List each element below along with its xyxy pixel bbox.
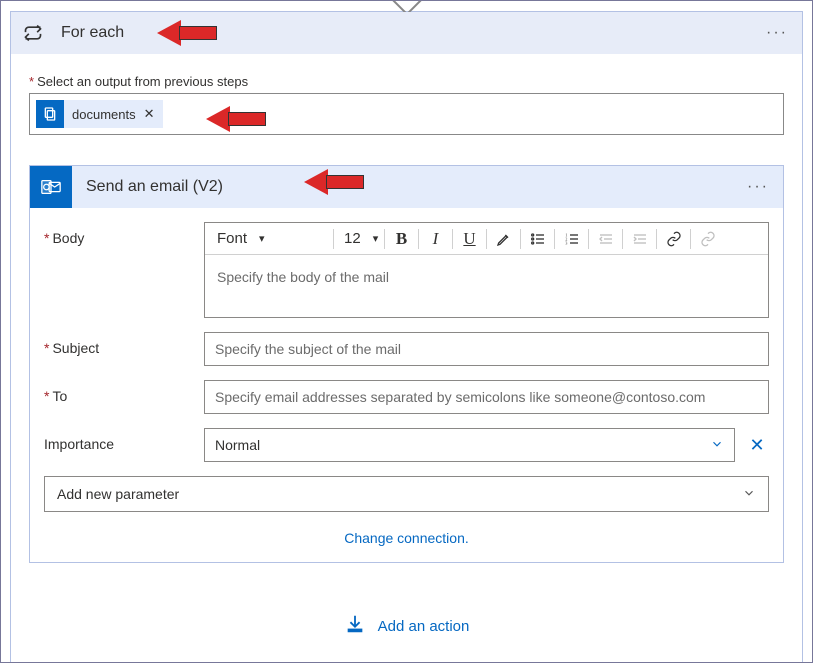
importance-value: Normal: [215, 437, 260, 453]
body-label: *Body: [44, 222, 204, 246]
importance-field-row: Importance Normal ✕: [44, 428, 769, 462]
add-action-button[interactable]: Add an action: [29, 613, 784, 639]
token-documents-remove[interactable]: ✕: [144, 106, 155, 122]
toolbar-separator: [384, 229, 385, 249]
body-field-row: *Body Font 12 B I: [44, 222, 769, 318]
outdent-button[interactable]: [593, 225, 618, 253]
body-textarea[interactable]: Specify the body of the mail: [205, 255, 768, 317]
subject-label: *Subject: [44, 332, 204, 356]
required-asterisk: *: [29, 74, 34, 89]
toolbar-separator: [486, 229, 487, 249]
italic-button[interactable]: I: [423, 225, 448, 253]
add-action-label: Add an action: [378, 618, 470, 635]
for-each-header[interactable]: For each ···: [11, 12, 802, 54]
select-output-label-text: Select an output from previous steps: [37, 74, 248, 89]
toolbar-separator: [520, 229, 521, 249]
toolbar-separator: [418, 229, 419, 249]
add-parameter-select[interactable]: Add new parameter: [44, 476, 769, 512]
send-email-header[interactable]: Send an email (V2) ···: [30, 166, 783, 208]
for-each-title: For each: [55, 24, 124, 42]
to-label: *To: [44, 380, 204, 404]
chevron-down-icon: [710, 437, 724, 454]
toolbar-separator: [622, 229, 623, 249]
body-rich-editor: Font 12 B I U: [204, 222, 769, 318]
send-email-card: Send an email (V2) ··· *Body Font 12: [29, 165, 784, 563]
font-select[interactable]: Font: [211, 225, 329, 253]
toolbar-separator: [690, 229, 691, 249]
toolbar-separator: [333, 229, 334, 249]
outlook-icon: [30, 166, 72, 208]
token-documents-label: documents: [72, 107, 136, 122]
send-email-body: *Body Font 12 B I: [30, 208, 783, 562]
for-each-card: For each ··· *Select an output from prev…: [10, 11, 803, 663]
toolbar-separator: [452, 229, 453, 249]
bullet-list-button[interactable]: [525, 225, 550, 253]
toolbar-separator: [554, 229, 555, 249]
send-email-menu-button[interactable]: ···: [747, 178, 769, 196]
importance-clear-button[interactable]: ✕: [745, 435, 769, 456]
svg-text:3: 3: [565, 240, 567, 245]
change-connection-link[interactable]: Change connection.: [44, 530, 769, 546]
importance-label: Importance: [44, 428, 204, 452]
underline-button[interactable]: U: [457, 225, 482, 253]
token-documents-icon: [36, 100, 64, 128]
select-output-label: *Select an output from previous steps: [29, 74, 784, 89]
number-list-button[interactable]: 123: [559, 225, 584, 253]
to-field-row: *To: [44, 380, 769, 414]
importance-select[interactable]: Normal: [204, 428, 735, 462]
rich-toolbar: Font 12 B I U: [205, 223, 768, 255]
to-input[interactable]: [204, 380, 769, 414]
unlink-button[interactable]: [695, 225, 720, 253]
add-parameter-label: Add new parameter: [57, 486, 179, 502]
select-output-input[interactable]: documents ✕: [29, 93, 784, 135]
link-button[interactable]: [661, 225, 686, 253]
toolbar-separator: [588, 229, 589, 249]
for-each-menu-button[interactable]: ···: [766, 24, 788, 42]
bold-button[interactable]: B: [389, 225, 414, 253]
add-action-icon: [344, 613, 366, 639]
chevron-down-icon: [742, 486, 756, 503]
flow-canvas: For each ··· *Select an output from prev…: [0, 0, 813, 663]
font-size-select[interactable]: 12: [338, 225, 380, 253]
subject-field-row: *Subject: [44, 332, 769, 366]
for-each-body: *Select an output from previous steps do…: [11, 54, 802, 663]
toolbar-separator: [656, 229, 657, 249]
token-documents[interactable]: documents ✕: [36, 100, 163, 128]
color-picker-button[interactable]: [491, 225, 516, 253]
loop-icon: [11, 12, 55, 54]
send-email-title: Send an email (V2): [72, 178, 223, 196]
indent-button[interactable]: [627, 225, 652, 253]
subject-input[interactable]: [204, 332, 769, 366]
